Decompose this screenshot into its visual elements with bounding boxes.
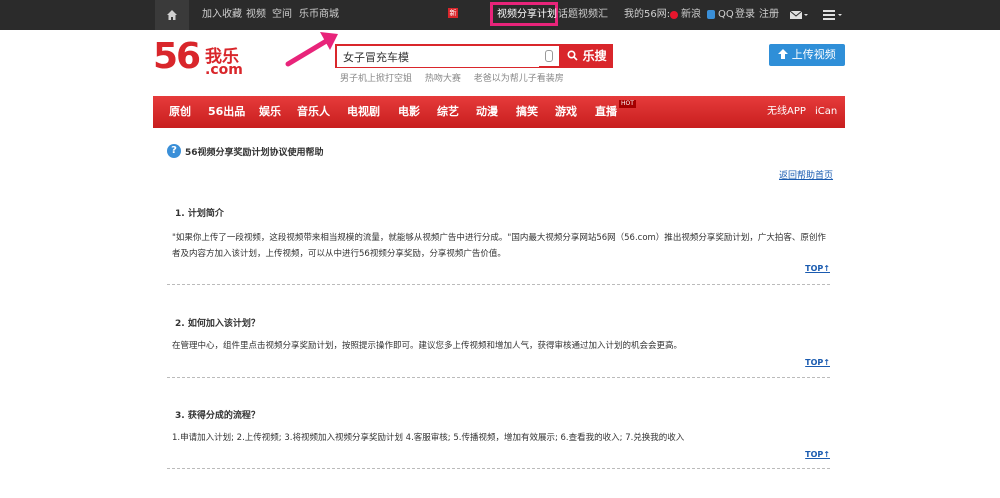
back-to-top-link[interactable]: TOP↑ bbox=[805, 264, 830, 273]
nav-item-variety[interactable]: 综艺 bbox=[437, 96, 459, 128]
site-logo[interactable]: 56 我乐 .com bbox=[153, 36, 253, 80]
nav-item-original[interactable]: 原创 bbox=[169, 96, 191, 128]
nav-item-entertainment[interactable]: 娱乐 bbox=[259, 96, 281, 128]
divider bbox=[167, 468, 830, 469]
hot-link[interactable]: 热吻大赛 bbox=[425, 74, 461, 84]
page-title: 56视频分享奖励计划协议使用帮助 bbox=[185, 148, 324, 158]
space-link[interactable]: 空间 bbox=[272, 0, 292, 30]
qq-icon[interactable] bbox=[706, 0, 716, 30]
video-link[interactable]: 视频 bbox=[246, 0, 266, 30]
hot-search-links: 男子机上掀打空姐 热吻大赛 老爸以为帮儿子看装房 bbox=[340, 71, 574, 84]
search-input[interactable] bbox=[337, 47, 539, 67]
nav-item-movie[interactable]: 电影 bbox=[398, 96, 420, 128]
section-heading: 2. 如何加入该计划？ bbox=[175, 319, 260, 329]
section-heading: 3. 获得分成的流程？ bbox=[175, 411, 260, 421]
mail-icon[interactable] bbox=[789, 0, 809, 30]
nav-item-ican[interactable]: iCan bbox=[815, 96, 837, 128]
my56-label: 我的56网: bbox=[624, 9, 671, 20]
nav-item-mobile-app[interactable]: 无线APP bbox=[767, 96, 806, 128]
pointer-arrow-icon bbox=[285, 32, 338, 67]
section-heading: 1. 计划简介 bbox=[175, 209, 224, 219]
section-body: "如果你上传了一段视频，这段视频带来相当规模的流量，就能够从视频广告中进行分成。… bbox=[172, 233, 826, 259]
help-question-icon: ? bbox=[167, 144, 181, 158]
search-button-label: 乐搜 bbox=[582, 49, 607, 63]
search-box bbox=[335, 44, 561, 68]
upload-label: 上传视频 bbox=[791, 48, 836, 61]
home-icon bbox=[167, 10, 177, 20]
hot-badge: HOT bbox=[619, 100, 636, 108]
section-body: 1.申请加入计划; 2.上传视频; 3.将视频加入视频分享奖励计划 4.客服审核… bbox=[172, 433, 685, 443]
back-to-help-link[interactable]: 返回帮助首页 bbox=[779, 168, 833, 181]
main-nav: 原创 56出品 娱乐 音乐人 电视剧 电影 综艺 动漫 搞笑 游戏 直播 HOT… bbox=[153, 96, 845, 128]
nav-item-56-produced[interactable]: 56出品 bbox=[208, 96, 245, 128]
weibo-icon[interactable] bbox=[669, 0, 679, 30]
back-to-top-link[interactable]: TOP↑ bbox=[805, 358, 830, 367]
back-to-top-link[interactable]: TOP↑ bbox=[805, 450, 830, 459]
add-favorite-link[interactable]: 加入收藏 bbox=[202, 0, 242, 30]
top-bar-inner: 加入收藏 视频 空间 乐币商城 视频分享计划 话题视频汇 新 我的56网: 新浪… bbox=[155, 0, 845, 30]
nav-item-funny[interactable]: 搞笑 bbox=[516, 96, 538, 128]
topic-video-link[interactable]: 话题视频汇 bbox=[558, 0, 608, 30]
menu-icon[interactable] bbox=[822, 0, 844, 30]
hot-link[interactable]: 男子机上掀打空姐 bbox=[340, 74, 412, 84]
nav-item-games[interactable]: 游戏 bbox=[555, 96, 577, 128]
nav-item-live[interactable]: 直播 bbox=[595, 96, 617, 128]
register-link[interactable]: 注册 bbox=[759, 0, 779, 30]
top-bar: 加入收藏 视频 空间 乐币商城 视频分享计划 话题视频汇 新 我的56网: 新浪… bbox=[0, 0, 1000, 30]
hot-link[interactable]: 老爸以为帮儿子看装房 bbox=[474, 74, 564, 84]
qq-link[interactable]: QQ bbox=[718, 0, 734, 30]
microphone-icon[interactable] bbox=[545, 50, 553, 62]
section-body: 在管理中心，组件里点击视频分享奖励计划，按照提示操作即可。建议您多上传视频和增加… bbox=[172, 341, 683, 351]
divider bbox=[167, 377, 830, 378]
upload-video-button[interactable]: 上传视频 bbox=[769, 44, 845, 66]
nav-item-tv-series[interactable]: 电视剧 bbox=[347, 96, 380, 128]
weibo-link[interactable]: 新浪 bbox=[681, 0, 701, 30]
divider bbox=[167, 284, 830, 285]
nav-item-musician[interactable]: 音乐人 bbox=[297, 96, 330, 128]
login-link[interactable]: 登录 bbox=[735, 0, 755, 30]
nav-item-anime[interactable]: 动漫 bbox=[476, 96, 498, 128]
home-button[interactable] bbox=[155, 0, 189, 30]
search-icon bbox=[567, 50, 578, 61]
search-button[interactable]: 乐搜 bbox=[561, 44, 613, 68]
lebi-mall-link[interactable]: 乐币商城 bbox=[299, 0, 339, 30]
logo-domain: .com bbox=[205, 62, 243, 78]
new-badge: 新 bbox=[448, 8, 458, 18]
video-share-plan-link[interactable]: 视频分享计划 bbox=[497, 0, 557, 30]
upload-arrow-icon bbox=[778, 49, 789, 59]
logo-number: 56 bbox=[153, 36, 201, 77]
